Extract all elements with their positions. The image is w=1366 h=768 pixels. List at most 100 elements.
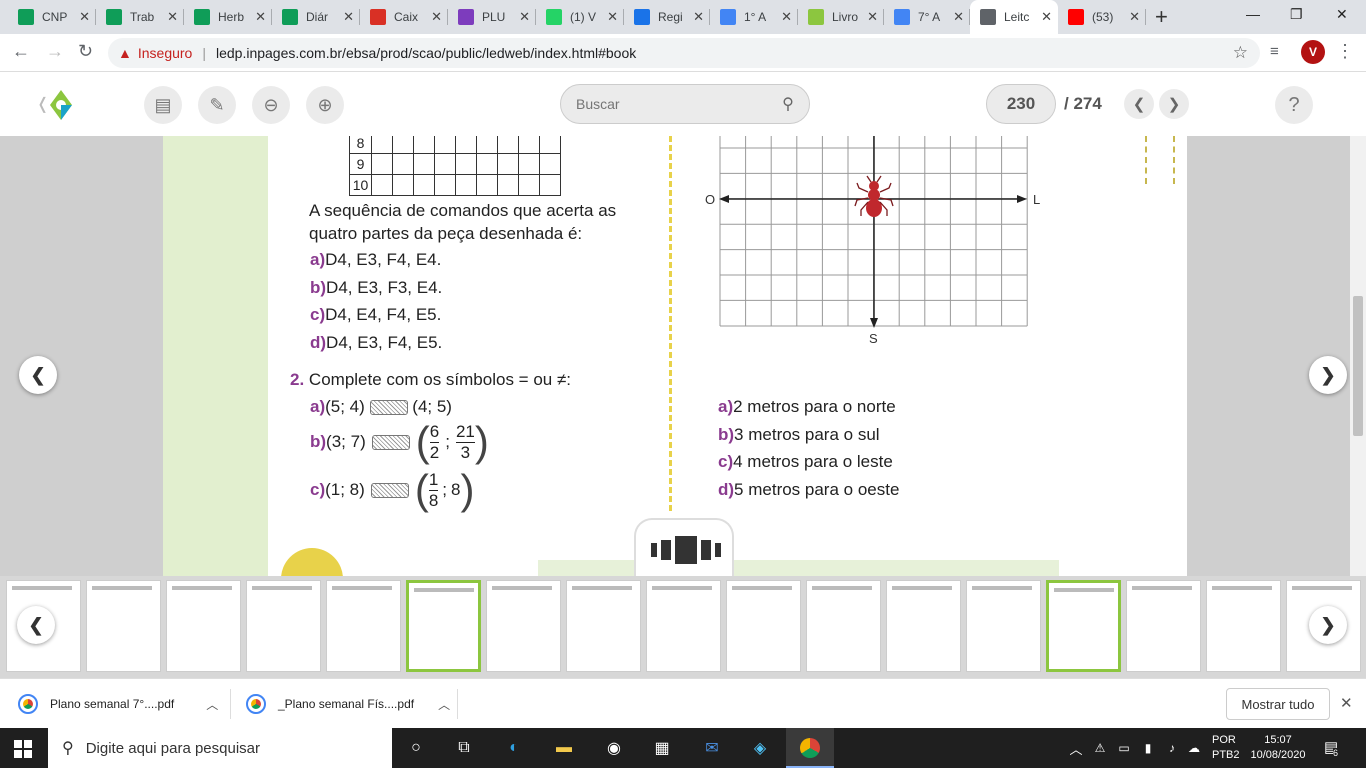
- page-thumbnail[interactable]: [806, 580, 881, 672]
- tools-wrench-icon[interactable]: ✎: [198, 86, 236, 124]
- page-thumbnail[interactable]: [246, 580, 321, 672]
- mail-icon[interactable]: ✉: [700, 736, 724, 760]
- tab-4[interactable]: Caix ✕: [360, 0, 448, 34]
- tab-11[interactable]: Leitc ✕: [970, 0, 1058, 34]
- close-tab-icon[interactable]: ✕: [1041, 9, 1052, 25]
- avatar[interactable]: V: [1301, 40, 1325, 64]
- close-tab-icon[interactable]: ✕: [781, 9, 792, 25]
- page-thumbnail[interactable]: [326, 580, 401, 672]
- close-tab-icon[interactable]: ✕: [79, 9, 90, 25]
- file-explorer-icon[interactable]: ▬: [552, 736, 576, 760]
- minimize-icon[interactable]: —: [1246, 6, 1260, 22]
- sheets-icon: [106, 9, 122, 25]
- volume-icon[interactable]: ♪: [1160, 736, 1184, 760]
- tab-1[interactable]: Trab ✕: [96, 0, 184, 34]
- close-window-icon[interactable]: ✕: [1336, 6, 1348, 23]
- onedrive-icon[interactable]: ☁: [1182, 736, 1206, 760]
- security-label[interactable]: Inseguro: [138, 45, 192, 61]
- monitor-icon[interactable]: ▭: [1112, 736, 1136, 760]
- close-tab-icon[interactable]: ✕: [693, 9, 704, 25]
- prev-spread-icon[interactable]: ❮: [19, 356, 57, 394]
- thumbnail-toggle[interactable]: [634, 518, 734, 576]
- pages-icon[interactable]: ▤: [144, 86, 182, 124]
- page-thumbnail[interactable]: [1126, 580, 1201, 672]
- tab-5[interactable]: PLU ✕: [448, 0, 536, 34]
- tab-2[interactable]: Herb ✕: [184, 0, 272, 34]
- search-icon[interactable]: ⚲: [769, 87, 807, 121]
- back-icon[interactable]: ←: [12, 41, 30, 62]
- answer-box[interactable]: [370, 482, 409, 498]
- page-number-input[interactable]: 230: [986, 84, 1056, 124]
- download-item[interactable]: _Plano semanal Fís....pdf ︿: [246, 679, 450, 729]
- cortana-icon[interactable]: ○: [404, 736, 428, 760]
- next-spread-icon[interactable]: ❯: [1309, 356, 1347, 394]
- bookmark-star-icon[interactable]: ☆: [1233, 43, 1248, 63]
- page-thumbnail[interactable]: [1046, 580, 1121, 672]
- close-tab-icon[interactable]: ✕: [867, 9, 878, 25]
- clock[interactable]: 15:07 10/08/2020: [1248, 733, 1308, 763]
- tab-9[interactable]: Livro ✕: [798, 0, 884, 34]
- tab-7[interactable]: Regi ✕: [624, 0, 710, 34]
- close-tab-icon[interactable]: ✕: [519, 9, 530, 25]
- tab-10[interactable]: 7° A ✕: [884, 0, 970, 34]
- page-thumbnail[interactable]: [406, 580, 481, 672]
- thumbs-prev-icon[interactable]: ❮: [17, 606, 55, 644]
- tab-12[interactable]: (53) ✕: [1058, 0, 1146, 34]
- store-icon[interactable]: ▦: [650, 736, 674, 760]
- thumbs-next-icon[interactable]: ❯: [1309, 606, 1347, 644]
- page-thumbnail[interactable]: [86, 580, 161, 672]
- chevron-up-icon[interactable]: ︿: [206, 696, 218, 713]
- taskbar-search[interactable]: ⚲ Digite aqui para pesquisar: [48, 728, 392, 768]
- language-indicator[interactable]: POR PTB2: [1212, 733, 1240, 763]
- compass-app-icon[interactable]: ◈: [748, 736, 772, 760]
- answer-box[interactable]: [369, 400, 408, 416]
- close-tab-icon[interactable]: ✕: [255, 9, 266, 25]
- page-thumbnail[interactable]: [726, 580, 801, 672]
- help-button[interactable]: ?: [1275, 86, 1313, 124]
- new-tab-button[interactable]: +: [1155, 4, 1168, 30]
- page-thumbnail[interactable]: [166, 580, 241, 672]
- chevron-up-icon[interactable]: ︿: [438, 696, 450, 713]
- page-thumbnail[interactable]: [486, 580, 561, 672]
- obs-icon[interactable]: ◉: [602, 736, 626, 760]
- close-tab-icon[interactable]: ✕: [167, 9, 178, 25]
- reload-icon[interactable]: ↻: [78, 41, 93, 62]
- prev-page-icon[interactable]: ❮: [1124, 89, 1154, 119]
- tab-3[interactable]: Diár ✕: [272, 0, 360, 34]
- tab-8[interactable]: 1° A ✕: [710, 0, 798, 34]
- omnibox[interactable]: ▲ Inseguro | ledp.inpages.com.br/ebsa/pr…: [108, 38, 1260, 68]
- page-thumbnail[interactable]: [1206, 580, 1281, 672]
- tray-chevron-icon[interactable]: ︿: [1064, 736, 1088, 760]
- forward-icon[interactable]: →: [46, 41, 64, 62]
- close-tab-icon[interactable]: ✕: [1129, 9, 1140, 25]
- scrollbar[interactable]: [1350, 136, 1366, 576]
- close-downloads-icon[interactable]: ✕: [1340, 694, 1353, 712]
- page-thumbnail[interactable]: [646, 580, 721, 672]
- search-input[interactable]: [576, 96, 756, 112]
- tab-6[interactable]: (1) V ✕: [536, 0, 624, 34]
- close-tab-icon[interactable]: ✕: [431, 9, 442, 25]
- close-tab-icon[interactable]: ✕: [953, 9, 964, 25]
- url-text[interactable]: ledp.inpages.com.br/ebsa/prod/scao/publi…: [216, 45, 636, 61]
- show-all-button[interactable]: Mostrar tudo: [1226, 688, 1330, 720]
- media-control-icon[interactable]: ≡: [1270, 43, 1279, 60]
- download-item[interactable]: Plano semanal 7°....pdf ︿: [18, 679, 218, 729]
- tab-0[interactable]: CNP ✕: [8, 0, 96, 34]
- answer-box[interactable]: [371, 434, 410, 450]
- maximize-icon[interactable]: ❐: [1290, 6, 1303, 23]
- edge-icon[interactable]: ◐: [502, 736, 526, 760]
- zoom-in-icon[interactable]: ⊕: [306, 86, 344, 124]
- menu-icon[interactable]: ⋮: [1336, 41, 1354, 62]
- chrome-icon[interactable]: [798, 736, 822, 760]
- page-thumbnail[interactable]: [566, 580, 641, 672]
- network-warning-icon[interactable]: ⚠: [1088, 736, 1112, 760]
- battery-icon[interactable]: ▮: [1136, 736, 1160, 760]
- task-view-icon[interactable]: ⧉: [452, 736, 476, 760]
- close-tab-icon[interactable]: ✕: [607, 9, 618, 25]
- zoom-out-icon[interactable]: ⊖: [252, 86, 290, 124]
- next-page-icon[interactable]: ❯: [1159, 89, 1189, 119]
- close-tab-icon[interactable]: ✕: [343, 9, 354, 25]
- page-thumbnail[interactable]: [966, 580, 1041, 672]
- page-thumbnail[interactable]: [886, 580, 961, 672]
- windows-start-icon[interactable]: [14, 740, 32, 758]
